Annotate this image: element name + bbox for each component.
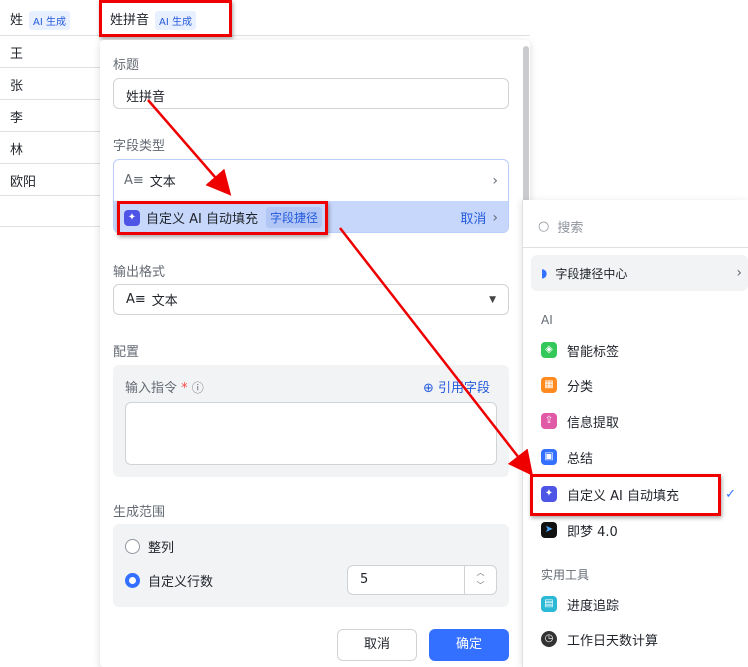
- arrow-1: [147, 99, 232, 196]
- annotation-arrows: [147, 99, 534, 476]
- arrow-2: [339, 227, 534, 476]
